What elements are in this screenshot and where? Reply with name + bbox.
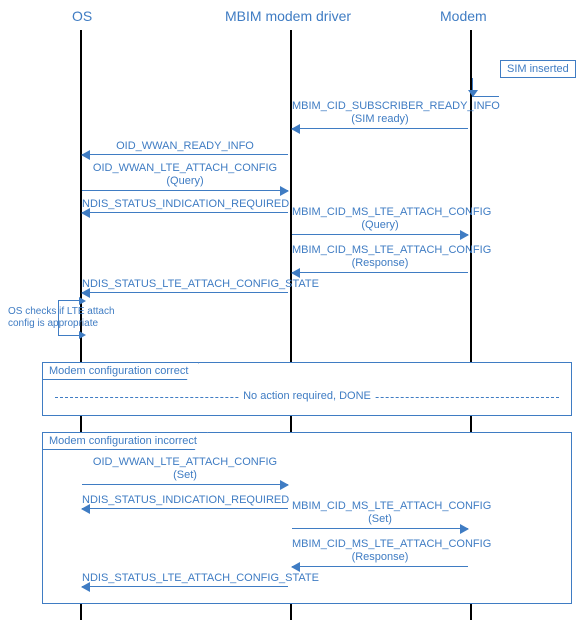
msg-m12-label: NDIS_STATUS_LTE_ATTACH_CONFIG_STATE <box>82 572 288 585</box>
sequence-diagram: OS MBIM modem driver Modem SIM inserted … <box>0 0 585 630</box>
msg-m3-arrow <box>82 190 288 191</box>
sim-connector <box>472 78 499 97</box>
msg-m8-arrow <box>82 484 288 485</box>
msg-m4-arrow <box>82 212 288 213</box>
msg-m10-arrow <box>292 528 468 529</box>
frame-correct: Modem configuration correct No action re… <box>42 362 572 416</box>
msg-m5-label: MBIM_CID_MS_LTE_ATTACH_CONFIG (Query) <box>292 206 468 231</box>
msg-m2-label: OID_WWAN_READY_INFO <box>82 140 288 153</box>
msg-m1-arrow <box>292 128 468 129</box>
msg-m5-arrow <box>292 234 468 235</box>
msg-m7-arrow <box>82 292 288 293</box>
lane-title-driver: MBIM modem driver <box>225 8 351 24</box>
msg-m11-arrow <box>292 566 468 567</box>
msg-m9-arrow <box>82 508 288 509</box>
msg-m11-label: MBIM_CID_MS_LTE_ATTACH_CONFIG (Response) <box>292 538 468 563</box>
msg-m2-arrow <box>82 154 288 155</box>
msg-m3-label: OID_WWAN_LTE_ATTACH_CONFIG (Query) <box>82 162 288 187</box>
msg-m6-label: MBIM_CID_MS_LTE_ATTACH_CONFIG (Response) <box>292 244 468 269</box>
msg-m6-arrow <box>292 272 468 273</box>
msg-m9-label: NDIS_STATUS_INDICATION_REQUIRED <box>82 494 288 507</box>
msg-m7-label: NDIS_STATUS_LTE_ATTACH_CONFIG_STATE <box>82 278 288 291</box>
msg-m12-arrow <box>82 586 288 587</box>
frame-correct-title: Modem configuration correct <box>42 362 199 380</box>
frame-correct-center: No action required, DONE <box>239 390 375 402</box>
os-self-arrow <box>58 300 79 336</box>
frame-incorrect-title: Modem configuration incorrect <box>42 432 208 450</box>
msg-m10-label: MBIM_CID_MS_LTE_ATTACH_CONFIG (Set) <box>292 500 468 525</box>
sim-inserted-box: SIM inserted <box>500 60 576 78</box>
lane-title-modem: Modem <box>440 8 487 24</box>
msg-m8-label: OID_WWAN_LTE_ATTACH_CONFIG (Set) <box>82 456 288 481</box>
msg-m1-label: MBIM_CID_SUBSCRIBER_READY_INFO (SIM read… <box>292 100 468 125</box>
lane-title-os: OS <box>72 8 92 24</box>
msg-m4-label: NDIS_STATUS_INDICATION_REQUIRED <box>82 198 288 211</box>
